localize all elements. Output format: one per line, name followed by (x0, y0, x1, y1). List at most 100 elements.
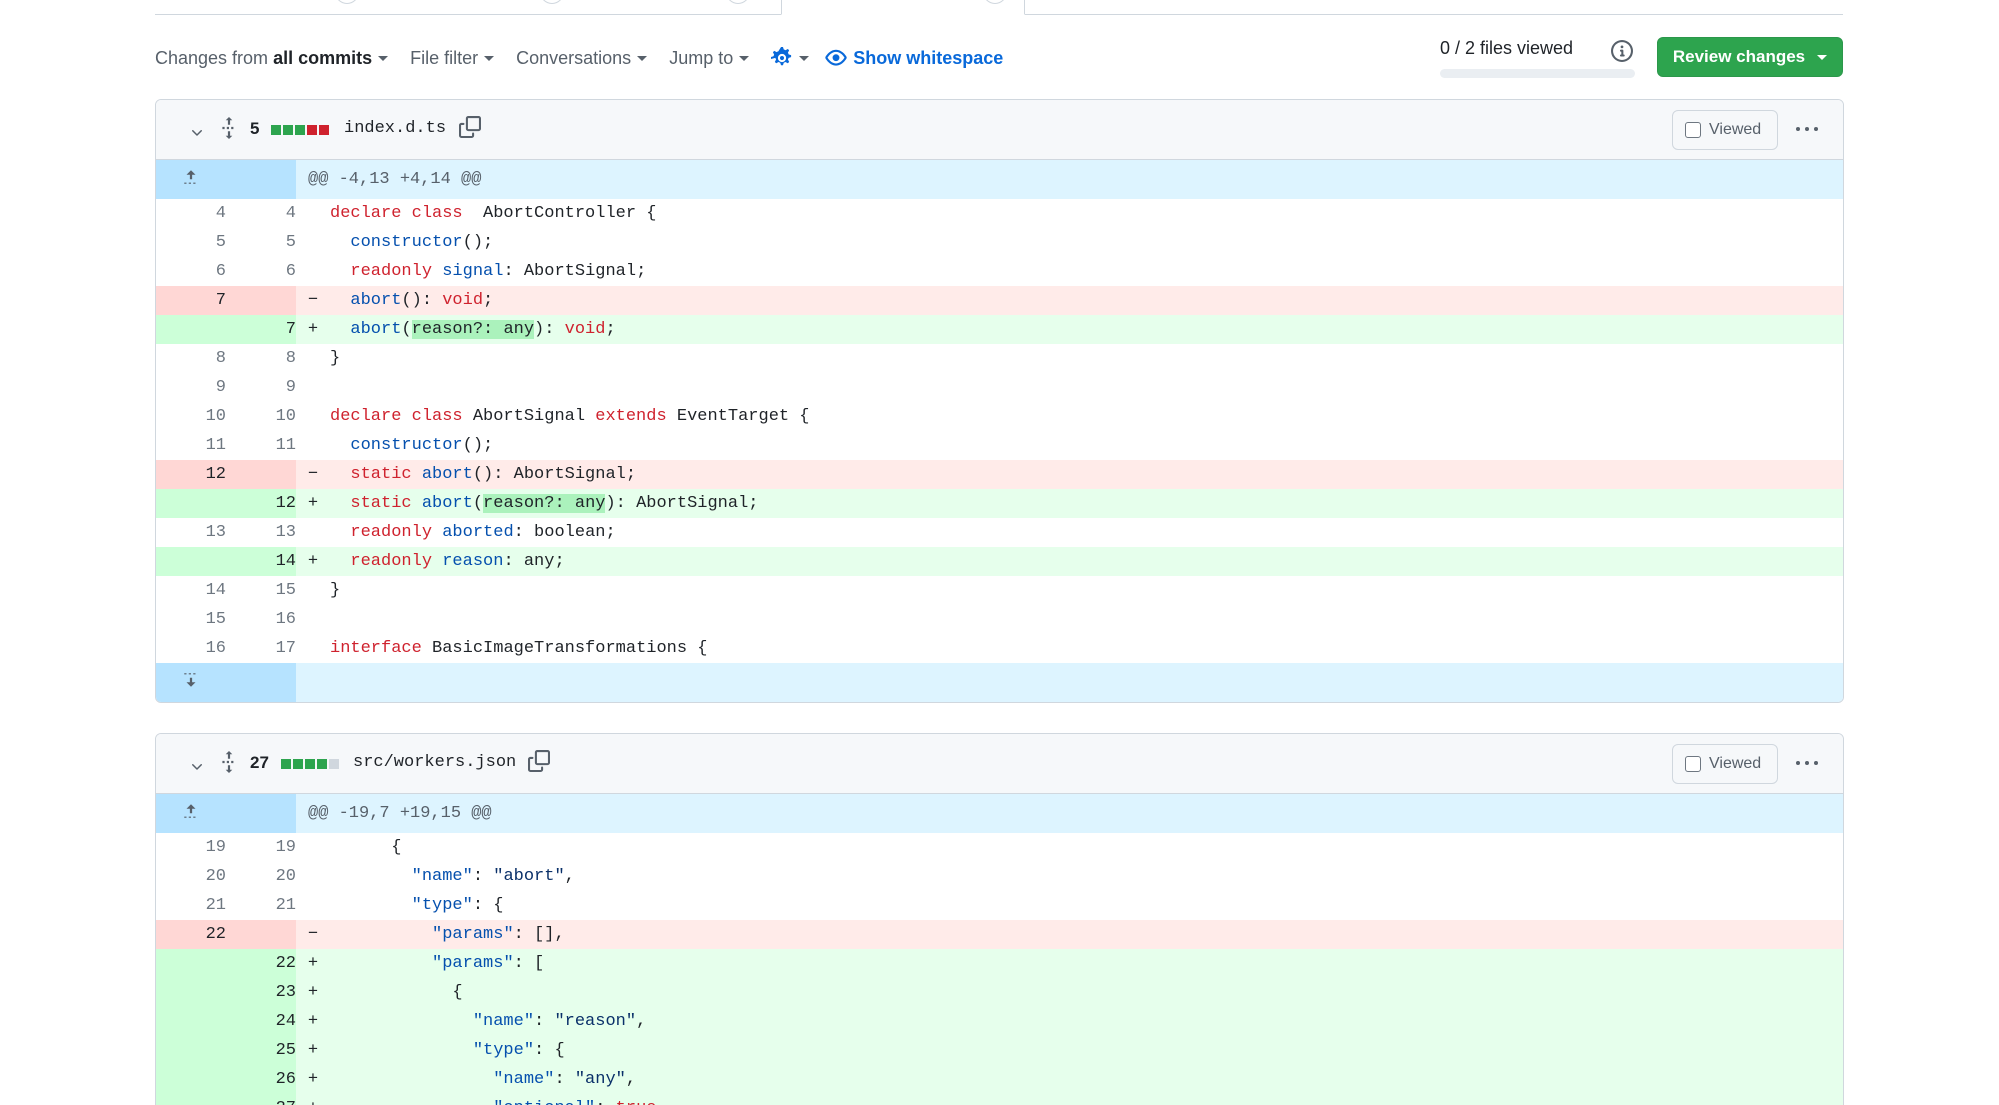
new-line-number[interactable]: 24 (226, 1007, 296, 1036)
old-line-number[interactable]: 10 (156, 402, 226, 431)
old-line-number[interactable]: 7 (156, 286, 226, 315)
diff-settings-button[interactable] (771, 47, 810, 69)
diff-line-addition: 14 + readonly reason: any; (156, 547, 1843, 576)
new-line-number[interactable]: 8 (226, 344, 296, 373)
chevron-down-icon[interactable] (189, 125, 205, 146)
old-line-number[interactable] (156, 547, 226, 576)
old-line-number[interactable]: 21 (156, 891, 226, 920)
old-line-number[interactable]: 5 (156, 228, 226, 257)
new-line-number[interactable]: 17 (226, 634, 296, 663)
old-line-number[interactable]: 22 (156, 920, 226, 949)
expand-all-icon[interactable] (220, 117, 238, 144)
file-name-link[interactable]: index.d.ts (344, 119, 446, 138)
code-token: } (330, 581, 341, 600)
old-line-number[interactable] (156, 978, 226, 1007)
old-line-number[interactable]: 13 (156, 518, 226, 547)
file-name-link[interactable]: src/workers.json (353, 753, 516, 772)
new-line-number[interactable]: 11 (226, 431, 296, 460)
old-line-number[interactable]: 11 (156, 431, 226, 460)
old-line-number[interactable]: 4 (156, 199, 226, 228)
code-token: reason?: any (483, 494, 606, 513)
new-line-number[interactable]: 9 (226, 373, 296, 402)
diffstat (271, 125, 331, 135)
expand-up-cell[interactable] (156, 794, 226, 833)
old-line-number[interactable] (156, 315, 226, 344)
new-line-number[interactable]: 19 (226, 833, 296, 862)
copy-icon[interactable] (459, 116, 481, 143)
new-line-number[interactable]: 14 (226, 547, 296, 576)
chevron-down-icon[interactable] (189, 759, 205, 780)
new-line-number[interactable]: 13 (226, 518, 296, 547)
jump-to-dropdown[interactable]: Jump to (669, 48, 750, 69)
new-line-number[interactable]: 22 (226, 949, 296, 978)
checkbox[interactable] (1685, 756, 1701, 772)
new-line-number[interactable]: 7 (226, 315, 296, 344)
old-line-number[interactable]: 15 (156, 605, 226, 634)
new-line-number[interactable] (226, 460, 296, 489)
diff-line-addition: 22 + "params": [ (156, 949, 1843, 978)
new-line-number[interactable]: 10 (226, 402, 296, 431)
new-line-number[interactable]: 26 (226, 1065, 296, 1094)
new-line-number[interactable] (226, 920, 296, 949)
diff-table: @@ -19,7 +19,15 @@ 19 19 {20 20 "name": "ab… (156, 794, 1843, 1105)
diffstat-square (319, 125, 329, 135)
old-line-number[interactable]: 19 (156, 833, 226, 862)
diffstat-square (283, 125, 293, 135)
expand-up-icon[interactable] (182, 168, 200, 192)
file-header: 5 index.d.ts Viewed (156, 100, 1843, 160)
new-line-number[interactable]: 12 (226, 489, 296, 518)
review-changes-button[interactable]: Review changes (1657, 37, 1843, 77)
old-line-number[interactable]: 8 (156, 344, 226, 373)
old-line-number[interactable] (156, 1065, 226, 1094)
expand-up-cell[interactable] (156, 160, 226, 199)
new-line-number[interactable]: 23 (226, 978, 296, 1007)
code-token: void (564, 320, 606, 339)
code-line: "type": { (330, 1036, 1843, 1065)
file-filter-dropdown[interactable]: File filter (410, 48, 495, 69)
kebab-menu-icon[interactable] (1796, 752, 1823, 774)
expand-down-icon[interactable] (182, 671, 200, 695)
diff-marker: + (296, 1065, 330, 1094)
info-icon[interactable] (1611, 40, 1633, 67)
new-line-number[interactable]: 5 (226, 228, 296, 257)
new-line-number[interactable] (226, 286, 296, 315)
old-line-number[interactable]: 6 (156, 257, 226, 286)
new-line-number[interactable]: 21 (226, 891, 296, 920)
old-line-number[interactable] (156, 1007, 226, 1036)
kebab-menu-icon[interactable] (1796, 118, 1823, 140)
new-line-number[interactable]: 25 (226, 1036, 296, 1065)
new-line-number[interactable]: 4 (226, 199, 296, 228)
old-line-number[interactable] (156, 1094, 226, 1105)
code-line: readonly signal: AbortSignal; (330, 257, 1843, 286)
expand-up-icon[interactable] (182, 802, 200, 826)
code-token: constructor (350, 436, 463, 455)
new-line-number[interactable]: 20 (226, 862, 296, 891)
new-line-number[interactable]: 6 (226, 257, 296, 286)
code-token: reason?: any (411, 320, 535, 339)
viewed-checkbox-button[interactable]: Viewed (1672, 744, 1778, 784)
old-line-number[interactable] (156, 489, 226, 518)
expand-all-icon[interactable] (220, 751, 238, 778)
copy-icon[interactable] (528, 750, 550, 777)
old-line-number[interactable] (156, 949, 226, 978)
code-line: "params": [], (330, 920, 1843, 949)
old-line-number[interactable]: 20 (156, 862, 226, 891)
changes-from-dropdown[interactable]: Changes from all commits (155, 48, 389, 69)
viewed-checkbox-button[interactable]: Viewed (1672, 110, 1778, 150)
old-line-number[interactable]: 16 (156, 634, 226, 663)
old-line-number[interactable]: 9 (156, 373, 226, 402)
new-line-number[interactable]: 16 (226, 605, 296, 634)
old-line-number[interactable]: 14 (156, 576, 226, 605)
expand-down-cell[interactable] (156, 663, 226, 702)
new-line-number[interactable]: 15 (226, 576, 296, 605)
old-line-number[interactable] (156, 1036, 226, 1065)
code-token: readonly (350, 262, 433, 281)
show-whitespace-link[interactable]: Show whitespace (825, 47, 1003, 69)
new-line-number[interactable]: 27 (226, 1094, 296, 1105)
code-token: : [ (513, 954, 545, 973)
checkbox[interactable] (1685, 122, 1701, 138)
conversations-dropdown[interactable]: Conversations (516, 48, 648, 69)
old-line-number[interactable]: 12 (156, 460, 226, 489)
